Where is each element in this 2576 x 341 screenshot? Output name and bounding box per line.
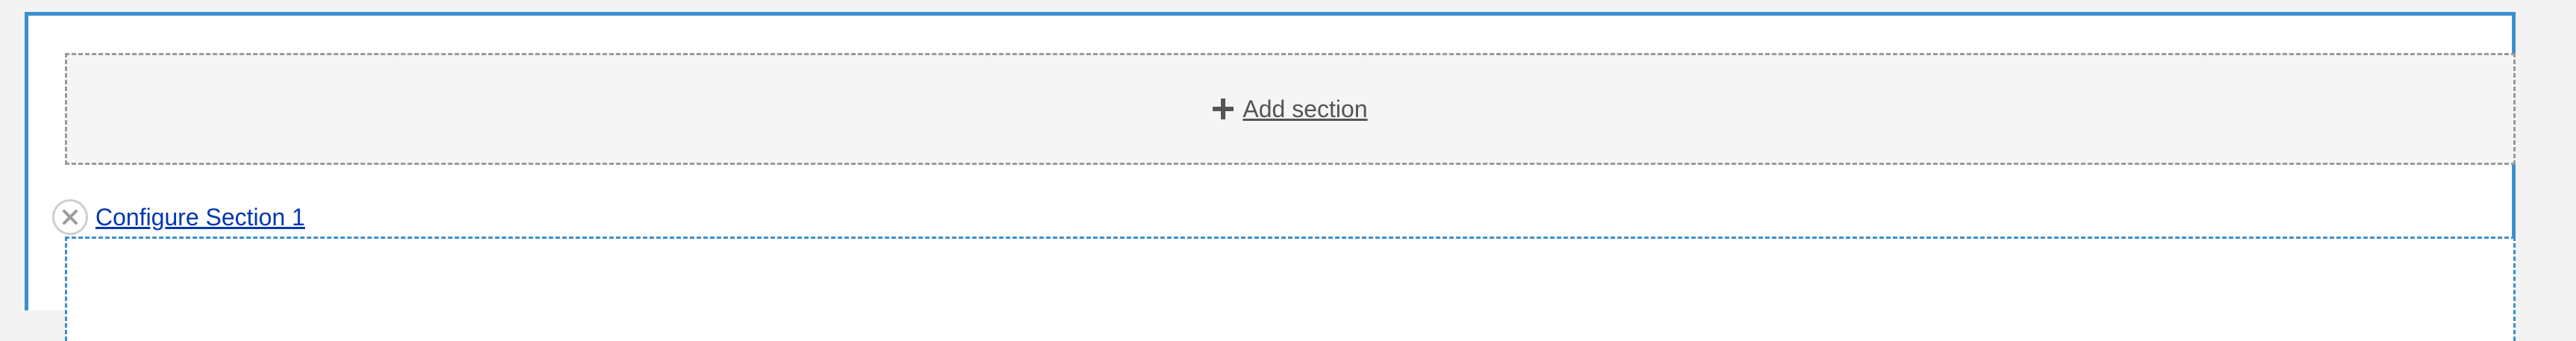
add-section-label[interactable]: Add section [1243,96,1367,123]
section-controls: Configure Section 1 [52,199,305,235]
configure-section-link[interactable]: Configure Section 1 [95,204,305,231]
layout-builder-canvas: Add section Configure Section 1 [25,12,2516,341]
add-section-placeholder[interactable]: Add section [65,53,2516,165]
section-region [65,237,2516,341]
add-section-link[interactable]: Add section [1213,96,1368,123]
plus-icon [1213,98,1234,119]
close-icon[interactable] [52,199,88,235]
